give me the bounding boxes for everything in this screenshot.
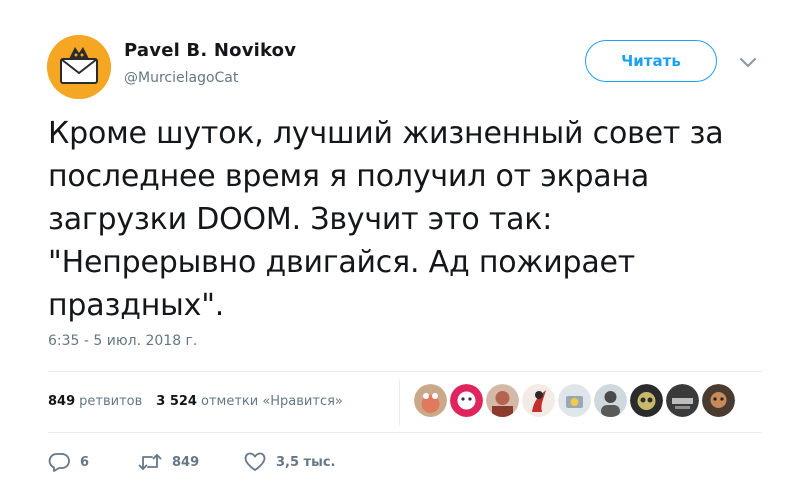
tweet-timestamp[interactable]: 6:35 - 5 июл. 2018 г. xyxy=(48,333,197,349)
author-handle[interactable]: @MurcielagoCat xyxy=(124,70,238,86)
reply-count: 6 xyxy=(80,454,90,470)
chevron-down-icon[interactable] xyxy=(738,55,758,69)
stats-separator xyxy=(399,379,400,425)
likers-avatars xyxy=(414,384,735,418)
tweet-text-line: загрузки DOOM. Звучит это так: xyxy=(48,202,553,237)
follow-button[interactable]: Читать xyxy=(585,40,717,82)
tweet-text: Кроме шуток, лучший жизненный совет за п… xyxy=(48,112,768,327)
envelope-bat-icon xyxy=(47,35,111,99)
author-name[interactable]: Pavel B. Novikov xyxy=(124,40,296,61)
liker-avatar[interactable] xyxy=(558,384,591,417)
reply-button[interactable]: 6 xyxy=(48,452,128,472)
heart-icon xyxy=(244,452,266,472)
retweet-arrows-icon xyxy=(138,452,162,472)
liker-avatar[interactable] xyxy=(594,384,627,417)
tweet-text-line: Кроме шуток, лучший жизненный совет за xyxy=(48,116,724,151)
liker-avatar[interactable] xyxy=(666,384,699,417)
like-count: 3,5 тыс. xyxy=(276,454,336,470)
tweet-actions: 6 849 3,5 тыс. xyxy=(48,449,364,475)
retweets-label[interactable]: ретвитов xyxy=(79,394,142,409)
liker-avatar[interactable] xyxy=(702,384,735,417)
tweet-stats: 849 ретвитов 3 524 отметки «Нравится» xyxy=(48,391,357,411)
retweets-count[interactable]: 849 xyxy=(48,394,75,409)
liker-avatar[interactable] xyxy=(630,384,663,417)
liker-avatar[interactable] xyxy=(522,384,555,417)
tweet-text-line: "Непрерывно двигайся. Ад пожирает xyxy=(48,245,636,280)
tweet-text-line: праздных". xyxy=(48,288,225,323)
liker-avatar[interactable] xyxy=(414,384,447,417)
divider xyxy=(48,371,762,372)
retweet-count: 849 xyxy=(172,454,200,470)
tweet-text-line: последнее время я получил от экрана xyxy=(48,159,650,194)
liker-avatar[interactable] xyxy=(450,384,483,417)
author-avatar[interactable] xyxy=(47,35,111,99)
liker-avatar[interactable] xyxy=(486,384,519,417)
likes-count[interactable]: 3 524 xyxy=(156,394,197,409)
likes-label[interactable]: отметки «Нравится» xyxy=(201,394,343,409)
divider xyxy=(48,432,762,433)
like-button[interactable]: 3,5 тыс. xyxy=(244,452,364,472)
retweet-button[interactable]: 849 xyxy=(138,452,234,472)
speech-bubble-icon xyxy=(48,452,70,472)
tweet-card: Pavel B. Novikov @MurcielagoCat Читать К… xyxy=(0,0,811,504)
